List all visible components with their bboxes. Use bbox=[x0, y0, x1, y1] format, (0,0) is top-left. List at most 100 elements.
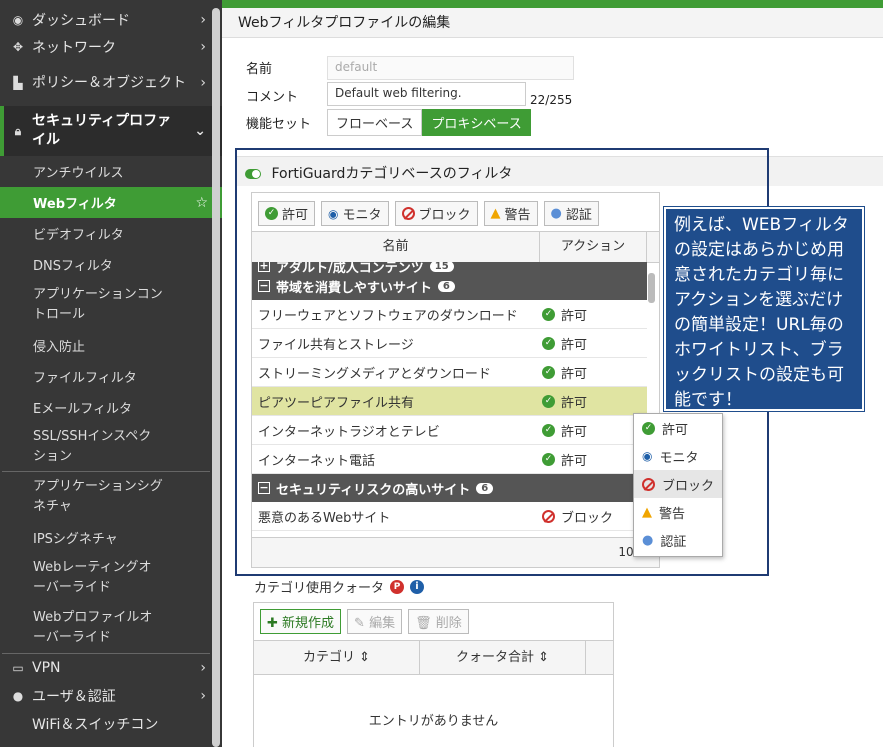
sidebar-sub-filefilter[interactable]: ファイルフィルタ bbox=[0, 361, 222, 392]
warning-icon: ▲ bbox=[490, 206, 501, 221]
delete-button[interactable]: 🗑︎ 削除 bbox=[408, 609, 469, 634]
warning-icon: ▲ bbox=[642, 504, 652, 520]
comment-char-count: 22/255 bbox=[530, 93, 573, 107]
sidebar-sub-ipssig[interactable]: IPSシグネチャ bbox=[0, 522, 222, 553]
flow-based-option[interactable]: フローベース bbox=[327, 109, 423, 136]
sidebar-item-vpn[interactable]: ▭ VPN › bbox=[0, 654, 222, 682]
category-filter-panel: ✓ 許可 ◉ モニタ ブロック ▲ 警告 ● 認証 名前 アクション + アダルト/成人… bbox=[251, 192, 660, 568]
annotation-callout: 例えば、WEBフィルタの設定はあらかじめ用意されたカテゴリ毎にアクションを選ぶだ… bbox=[664, 207, 864, 411]
sidebar-sub-webrating[interactable]: Webレーティングオーバーライド bbox=[0, 553, 222, 603]
block-icon bbox=[401, 207, 415, 220]
sidebar-scrollbar[interactable] bbox=[212, 8, 220, 747]
check-icon: ✓ bbox=[642, 421, 655, 435]
warning-button[interactable]: ▲ 警告 bbox=[483, 201, 538, 226]
feature-set-label: 機能セット bbox=[246, 117, 312, 132]
table-row-selected[interactable]: ピアツーピアファイル共有 ✓ 許可 bbox=[252, 387, 647, 416]
sidebar-sub-appcontrol[interactable]: アプリケーションコントロール bbox=[0, 280, 222, 330]
eye-icon: ◉ bbox=[328, 206, 339, 221]
edit-button[interactable]: ✎ 編集 bbox=[347, 609, 403, 634]
chevron-down-icon: ⌄ bbox=[194, 122, 206, 139]
eye-icon: ◉ bbox=[642, 449, 653, 463]
sidebar-item-user-auth[interactable]: ● ユーザ＆認証 › bbox=[0, 682, 222, 710]
dropdown-option-warning[interactable]: ▲ 警告 bbox=[634, 498, 722, 526]
p-badge-icon: P bbox=[390, 579, 405, 594]
dropdown-option-block[interactable]: ブロック bbox=[634, 470, 722, 498]
block-button[interactable]: ブロック bbox=[394, 201, 478, 226]
count-badge: 6 bbox=[476, 482, 494, 494]
authenticate-button[interactable]: ● 認証 bbox=[543, 201, 599, 226]
policy-icon: ▙ bbox=[13, 75, 23, 90]
user-icon: ● bbox=[550, 206, 562, 221]
count-badge: 15 bbox=[429, 262, 454, 272]
table-row[interactable]: フリーウェアとソフトウェアのダウンロード ✓ 許可 bbox=[252, 300, 647, 329]
dropdown-option-authenticate[interactable]: ● 認証 bbox=[634, 526, 722, 554]
proxy-based-option[interactable]: プロキシベース bbox=[422, 109, 531, 136]
expand-icon: + bbox=[258, 262, 270, 272]
col-action-header[interactable]: アクション bbox=[540, 231, 647, 263]
info-icon[interactable]: i bbox=[410, 579, 425, 594]
check-icon: ✓ bbox=[542, 336, 555, 350]
check-icon: ✓ bbox=[542, 394, 555, 408]
monitor-button[interactable]: ◉ モニタ bbox=[321, 201, 389, 226]
collapse-icon: − bbox=[258, 279, 270, 292]
sidebar-sub-ssl[interactable]: SSL/SSHインスペクション bbox=[0, 423, 222, 471]
group-row-bandwidth[interactable]: − 帯域を消費しやすいサイト 6 bbox=[252, 272, 647, 300]
group-row-adult[interactable]: + アダルト/成人コンテンツ 15 bbox=[252, 262, 647, 276]
sidebar-sub-videofilter[interactable]: ビデオフィルタ bbox=[0, 218, 222, 249]
chevron-right-icon: › bbox=[200, 688, 206, 704]
comment-label: コメント bbox=[246, 90, 299, 105]
empty-message: エントリがありません bbox=[368, 714, 499, 729]
chevron-right-icon: › bbox=[200, 74, 206, 91]
check-icon: ✓ bbox=[265, 207, 278, 220]
name-label: 名前 bbox=[246, 62, 273, 77]
main-content: Webフィルタプロファイルの編集 名前 default コメント Default… bbox=[222, 0, 883, 747]
table-row[interactable]: インターネットラジオとテレビ ✓ 許可 bbox=[252, 416, 647, 445]
sidebar-sub-webfilter[interactable]: Webフィルタ ☆ bbox=[0, 187, 222, 218]
table-row[interactable]: インターネット電話 ✓ 許可 bbox=[252, 445, 647, 474]
chevron-right-icon: › bbox=[200, 660, 206, 676]
sidebar-item-wifi-switch[interactable]: WiFi＆スイッチコン bbox=[0, 710, 222, 738]
col-category-header[interactable]: カテゴリ ⇕ bbox=[254, 641, 420, 674]
table-footer: 10% bbox=[252, 537, 659, 567]
comment-field[interactable]: Default web filtering. bbox=[327, 82, 526, 106]
sidebar-sub-ips[interactable]: 侵入防止 bbox=[0, 330, 222, 361]
feature-set-toggle: フローベース プロキシベース bbox=[327, 109, 531, 136]
block-icon bbox=[642, 477, 655, 491]
table-scrollbar[interactable] bbox=[648, 273, 655, 303]
name-field[interactable]: default bbox=[327, 56, 574, 80]
group-row-security-risk[interactable]: − セキュリティリスクの高いサイト 6 bbox=[252, 474, 647, 502]
quota-table-header: カテゴリ ⇕ クォータ合計 ⇕ bbox=[254, 641, 613, 675]
star-icon[interactable]: ☆ bbox=[195, 195, 208, 211]
monitor-icon: ▭ bbox=[12, 661, 24, 675]
action-dropdown-menu: ✓ 許可 ◉ モニタ ブロック ▲ 警告 ● 認証 bbox=[633, 413, 723, 557]
sidebar-sub-dnsfilter[interactable]: DNSフィルタ bbox=[0, 249, 222, 280]
top-accent-bar bbox=[222, 0, 883, 8]
check-icon: ✓ bbox=[542, 452, 555, 466]
table-row[interactable]: ファイル共有とストレージ ✓ 許可 bbox=[252, 329, 647, 358]
network-icon: ✥ bbox=[12, 40, 24, 54]
category-table-body: + アダルト/成人コンテンツ 15 − 帯域を消費しやすいサイト 6 フリーウェ… bbox=[252, 262, 647, 536]
allow-button[interactable]: ✓ 許可 bbox=[258, 201, 316, 226]
chevron-right-icon: › bbox=[200, 12, 206, 28]
quota-toolbar: ✚ 新規作成 ✎ 編集 🗑︎ 削除 bbox=[254, 603, 613, 641]
dropdown-option-monitor[interactable]: ◉ モニタ bbox=[634, 442, 722, 470]
sidebar-item-policy[interactable]: ▙ ポリシー＆オブジェクト › bbox=[0, 60, 222, 106]
sidebar-sub-appsig[interactable]: アプリケーションシグネチャ bbox=[0, 472, 222, 522]
sidebar-sub-antivirus[interactable]: アンチウイルス bbox=[0, 156, 222, 187]
user-icon: ● bbox=[12, 689, 24, 703]
sidebar-item-security-profile[interactable]: 🔒︎ セキュリティプロファイル ⌄ bbox=[0, 106, 222, 156]
check-icon: ✓ bbox=[542, 307, 555, 321]
col-quota-total-header[interactable]: クォータ合計 ⇕ bbox=[420, 641, 586, 674]
dropdown-option-allow[interactable]: ✓ 許可 bbox=[634, 414, 722, 442]
quota-panel: ✚ 新規作成 ✎ 編集 🗑︎ 削除 カテゴリ ⇕ クォータ合計 ⇕ エントリがあ… bbox=[253, 602, 614, 747]
table-row[interactable]: ストリーミングメディアとダウンロード ✓ 許可 bbox=[252, 358, 647, 387]
sidebar-item-network[interactable]: ✥ ネットワーク › bbox=[0, 34, 222, 60]
sidebar-sub-webprofile[interactable]: Webプロファイルオーバーライド bbox=[0, 603, 222, 653]
add-new-button[interactable]: ✚ 新規作成 bbox=[260, 609, 342, 634]
col-name-header[interactable]: 名前 bbox=[252, 231, 540, 263]
check-icon: ✓ bbox=[542, 423, 555, 437]
sidebar: ◉ ダッシュボード › ✥ ネットワーク › ▙ ポリシー＆オブジェクト › 🔒… bbox=[0, 0, 222, 747]
sidebar-sub-emailfilter[interactable]: Eメールフィルタ bbox=[0, 392, 222, 423]
collapse-icon: − bbox=[258, 481, 270, 494]
table-row[interactable]: 悪意のあるWebサイト ブロック bbox=[252, 502, 647, 531]
